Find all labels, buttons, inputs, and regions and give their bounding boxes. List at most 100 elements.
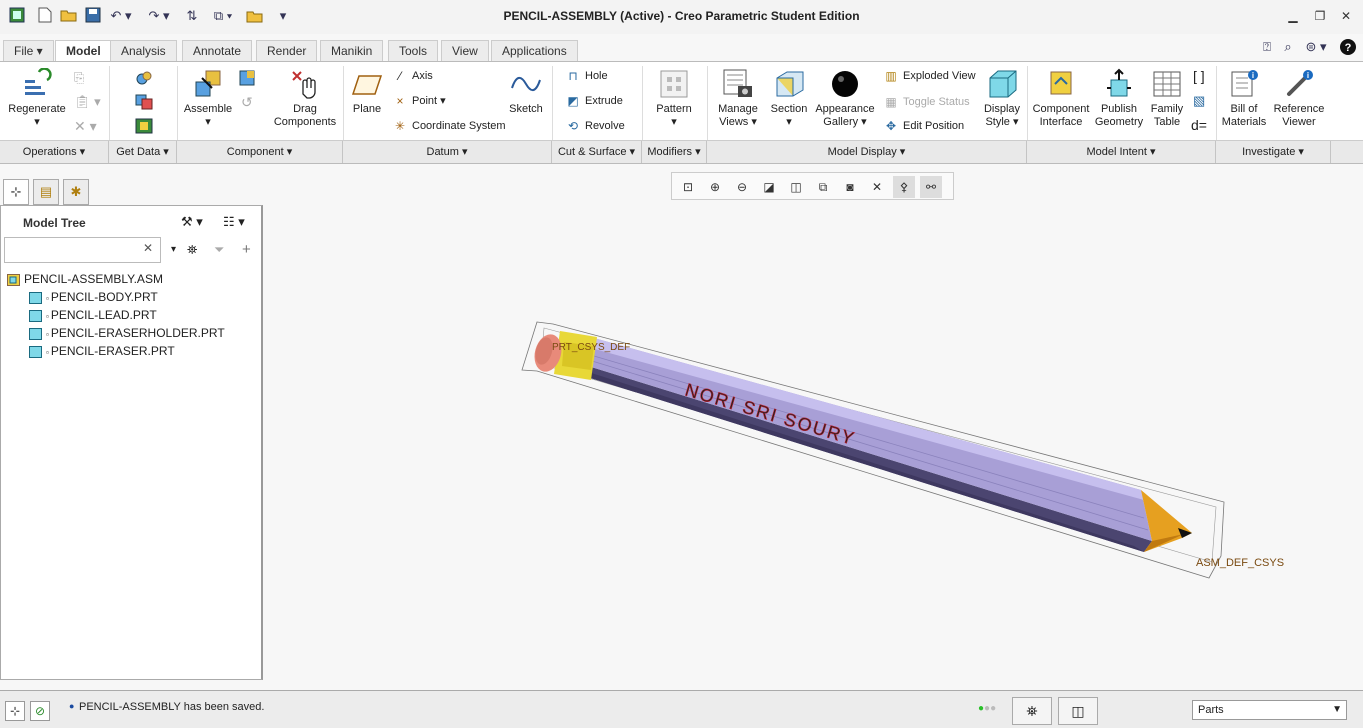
show-browser-icon[interactable]: ⊘ (30, 701, 50, 721)
tree-item[interactable]: ▫ PENCIL-LEAD.PRT (29, 306, 157, 324)
appearance-gallery-label-1: Appearance (815, 103, 875, 115)
coordinate-system-button[interactable]: ✳ Coordinate System (392, 117, 506, 135)
assemble-icon (195, 70, 221, 97)
datum-display-filters-icon[interactable]: ✕ (866, 176, 888, 198)
copy-geometry-icon[interactable] (135, 94, 153, 113)
group-get-data[interactable]: Get Data ▾ (109, 141, 177, 163)
plane-icon (351, 75, 383, 95)
user-defined-feature-icon[interactable] (135, 70, 153, 89)
pattern-button[interactable]: Pattern ▾ (648, 68, 700, 129)
zoom-out-icon[interactable]: ⊖ (731, 176, 753, 198)
group-model-display[interactable]: Model Display ▾ (707, 141, 1027, 163)
annotation-display-icon[interactable]: ⚯ (920, 176, 942, 198)
drag-components-button[interactable]: Drag Components (270, 68, 340, 129)
group-model-intent[interactable]: Model Intent ▾ (1027, 141, 1216, 163)
add-column-icon[interactable]: + (242, 241, 251, 258)
switch-dimensions-icon[interactable]: d= (1191, 117, 1207, 133)
selection-filter-select[interactable]: Parts ▼ (1192, 700, 1347, 720)
zoom-in-icon[interactable]: ⊕ (704, 176, 726, 198)
filter-icon[interactable]: ⏷ (214, 242, 224, 258)
repaint-icon[interactable]: ◪ (758, 176, 780, 198)
folder-browser-tab[interactable]: ▤ (33, 179, 59, 205)
tab-analysis[interactable]: Analysis (110, 40, 177, 62)
graphics-viewport[interactable]: NORI SRI SOURY PRT_CSYS_DEF ASM_DEF_CSYS (264, 200, 1363, 690)
group-cut-surface[interactable]: Cut & Surface ▾ (552, 141, 642, 163)
family-table-button[interactable]: Family Table (1146, 68, 1188, 129)
publish-geometry-label-1: Publish (1100, 103, 1138, 115)
tree-root-item[interactable]: PENCIL-ASSEMBLY.ASM (7, 270, 163, 288)
group-datum[interactable]: Datum ▾ (343, 141, 552, 163)
model-tree-tab[interactable]: ⊹ (3, 179, 29, 205)
help-center-icon[interactable]: ⍰ (1258, 38, 1276, 56)
help-icon[interactable]: ? (1339, 38, 1357, 56)
restore-icon[interactable]: ❐ (1312, 8, 1328, 24)
axis-button[interactable]: ⁄ Axis (392, 67, 433, 85)
parameters-icon[interactable]: [ ] (1193, 68, 1205, 84)
exploded-view-label: Exploded View (903, 70, 976, 82)
spin-center-icon[interactable]: ⚴ (893, 176, 915, 198)
community-icon[interactable]: ⊜ ▾ (1300, 38, 1332, 56)
tree-item[interactable]: ▫ PENCIL-ERASER.PRT (29, 342, 175, 360)
graphics-toolbar: ⊡ ⊕ ⊖ ◪ ◫ ⧉ ◙ ✕ ⚴ ⚯ (671, 172, 954, 200)
search-dropdown-icon[interactable]: ▾ (171, 244, 176, 255)
clear-search-icon[interactable]: ✕ (143, 241, 153, 255)
find-binoculars-icon[interactable]: ⛯ (187, 242, 197, 258)
revolve-button[interactable]: ⟲ Revolve (565, 117, 625, 135)
tree-columns-icon[interactable]: ☷ ▾ (223, 214, 245, 230)
component-interface-button[interactable]: Component Interface (1030, 68, 1092, 129)
tab-tools[interactable]: Tools (388, 40, 439, 62)
saved-orientations-icon[interactable]: ⧉ (812, 176, 834, 198)
section-button[interactable]: Section ▾ (766, 68, 812, 129)
close-icon[interactable]: ✕ (1338, 8, 1354, 24)
manage-views-button[interactable]: Manage Views ▾ (712, 68, 764, 129)
tree-item[interactable]: ▫ PENCIL-BODY.PRT (29, 288, 158, 306)
regenerate-button[interactable]: Regenerate ▾ (6, 68, 68, 129)
find-button[interactable]: ⛯ (1012, 697, 1052, 725)
display-style-toolbar-icon[interactable]: ◫ (785, 176, 807, 198)
minimize-icon[interactable]: ▁ (1285, 8, 1301, 24)
shrinkwrap-icon[interactable] (135, 118, 153, 137)
sketch-button[interactable]: Sketch (505, 68, 547, 116)
tab-manikin[interactable]: Manikin (320, 40, 384, 62)
hole-label: Hole (585, 70, 608, 82)
reference-viewer-button[interactable]: i Reference Viewer (1270, 68, 1328, 129)
selection-filter-button[interactable]: ◫ (1058, 697, 1098, 725)
display-style-button[interactable]: Display Style ▾ (980, 68, 1024, 129)
group-modifiers[interactable]: Modifiers ▾ (642, 141, 707, 163)
publish-geometry-button[interactable]: Publish Geometry (1092, 68, 1146, 129)
refit-icon[interactable]: ⊡ (677, 176, 699, 198)
tab-annotate[interactable]: Annotate (182, 40, 253, 62)
create-component-icon[interactable] (239, 70, 257, 89)
plane-button[interactable]: Plane (346, 68, 388, 116)
show-navigator-icon[interactable]: ⊹ (5, 701, 25, 721)
edit-position-button[interactable]: ✥ Edit Position (883, 117, 964, 135)
tab-applications[interactable]: Applications (491, 40, 578, 62)
view-manager-icon[interactable]: ◙ (839, 176, 861, 198)
revolve-label: Revolve (585, 120, 625, 132)
regenerate-icon (25, 68, 52, 95)
hole-button[interactable]: ⊓ Hole (565, 67, 608, 85)
exploded-view-button[interactable]: ▥ Exploded View (883, 67, 976, 85)
point-button[interactable]: × Point ▾ (392, 92, 445, 110)
tab-view[interactable]: View (441, 40, 489, 62)
edit-position-icon: ✥ (885, 119, 897, 134)
favorites-tab[interactable]: ✱ (63, 179, 89, 205)
group-component[interactable]: Component ▾ (177, 141, 343, 163)
assemble-button[interactable]: Assemble ▾ (180, 68, 236, 129)
extrude-button[interactable]: ◩ Extrude (565, 92, 623, 110)
group-investigate[interactable]: Investigate ▾ (1216, 141, 1331, 163)
pattern-label: Pattern (656, 103, 692, 115)
tab-render[interactable]: Render (256, 40, 318, 62)
group-operations[interactable]: Operations ▾ (0, 141, 109, 163)
bill-of-materials-button[interactable]: i Bill of Materials (1220, 68, 1268, 129)
tab-file[interactable]: File ▾ (3, 40, 54, 62)
bill-of-materials-label-1: Bill of (1230, 103, 1258, 115)
family-table-label-2: Table (1153, 116, 1181, 128)
tree-item[interactable]: ▫ PENCIL-ERASERHOLDER.PRT (29, 324, 225, 342)
appearance-gallery-button[interactable]: Appearance Gallery ▾ (812, 68, 878, 129)
tree-settings-icon[interactable]: ⚒ ▾ (181, 214, 203, 230)
search-icon[interactable]: ⌕ (1279, 38, 1297, 56)
appearance-sphere-icon (832, 71, 858, 97)
tree-search-input[interactable] (4, 237, 161, 263)
relations-icon[interactable]: ▧ (1193, 93, 1205, 109)
